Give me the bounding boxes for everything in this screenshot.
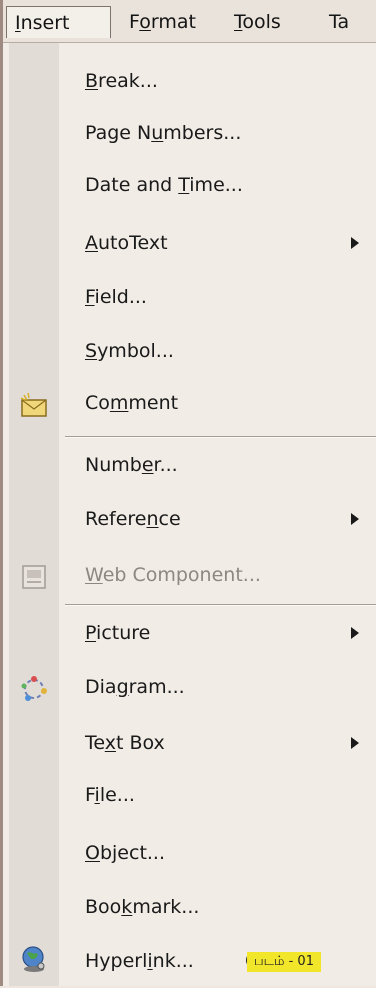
menu-item-label: Page Numbers... xyxy=(85,122,242,144)
menu-item-object[interactable]: Object... xyxy=(59,826,376,880)
menu-item-label: Reference xyxy=(85,508,181,530)
menu-item-label: Bookmark... xyxy=(85,896,200,918)
menu-item-label: File... xyxy=(85,784,135,806)
web-component-icon xyxy=(22,565,46,589)
menu-item-text-box[interactable]: Text Box xyxy=(59,716,376,770)
comment-icon xyxy=(20,392,47,417)
menu-tools-label-post: ools xyxy=(242,11,281,33)
menu-item-label: Hyperlink... xyxy=(85,950,194,972)
menu-item-autotext[interactable]: AutoText xyxy=(59,216,376,270)
submenu-arrow-icon xyxy=(351,737,359,749)
menu-table-partial[interactable]: Ta xyxy=(321,6,357,38)
menu-item-label: Picture xyxy=(85,622,151,644)
menu-icon-strip xyxy=(9,43,59,986)
menu-insert-label-post: nsert xyxy=(20,12,70,34)
menu-item-label: Web Component... xyxy=(85,564,261,586)
menu-item-file[interactable]: File... xyxy=(59,768,376,822)
menu-tools[interactable]: Tools xyxy=(226,6,289,38)
menu-item-page-numbers[interactable]: Page Numbers... xyxy=(59,106,376,160)
menu-item-label: Object... xyxy=(85,842,166,864)
menu-item-label: Field... xyxy=(85,286,147,308)
menu-item-symbol[interactable]: Symbol... xyxy=(59,324,376,378)
menu-item-diagram[interactable]: Diagram... xyxy=(59,660,376,714)
menu-item-picture[interactable]: Picture xyxy=(59,606,376,660)
menu-insert[interactable]: Insert xyxy=(6,6,111,38)
menu-item-reference[interactable]: Reference xyxy=(59,492,376,546)
menu-bar: Insert Format Tools Ta xyxy=(3,0,376,43)
submenu-arrow-icon xyxy=(351,237,359,249)
submenu-arrow-icon xyxy=(351,627,359,639)
menu-item-date-and-time[interactable]: Date and Time... xyxy=(59,158,376,212)
menu-format-label-pre: F xyxy=(129,11,140,33)
menu-item-label: Comment xyxy=(85,392,179,414)
menu-item-label: Number... xyxy=(85,454,178,476)
diagram-icon xyxy=(21,676,47,701)
menu-item-web-component: Web Component... xyxy=(59,548,376,602)
menu-item-hyperlink[interactable]: Hyperlink... Ctrl+K xyxy=(59,934,376,988)
menu-format-label-post: rmat xyxy=(150,11,196,33)
menu-item-label: Diagram... xyxy=(85,676,185,698)
menu-item-break[interactable]: Break... xyxy=(59,54,376,108)
menu-item-label: Date and Time... xyxy=(85,174,243,196)
menu-item-field[interactable]: Field... xyxy=(59,270,376,324)
submenu-arrow-icon xyxy=(351,513,359,525)
menu-item-bookmark[interactable]: Bookmark... xyxy=(59,880,376,934)
insert-menu-screenshot: Insert Format Tools Ta Break... Page Num… xyxy=(0,0,376,986)
menu-item-label: Symbol... xyxy=(85,340,174,362)
menu-item-comment[interactable]: Comment xyxy=(59,376,376,430)
hyperlink-globe-icon xyxy=(22,946,45,972)
menu-item-label: AutoText xyxy=(85,232,168,254)
menu-item-number[interactable]: Number... xyxy=(59,438,376,492)
menu-table-label: Ta xyxy=(329,11,350,33)
menu-item-label: Text Box xyxy=(85,732,165,754)
figure-caption: படம் - 01 xyxy=(247,952,321,972)
menu-item-label: Break... xyxy=(85,70,158,92)
menu-format-label-accel: o xyxy=(139,11,151,33)
menu-format[interactable]: Format xyxy=(121,6,204,38)
